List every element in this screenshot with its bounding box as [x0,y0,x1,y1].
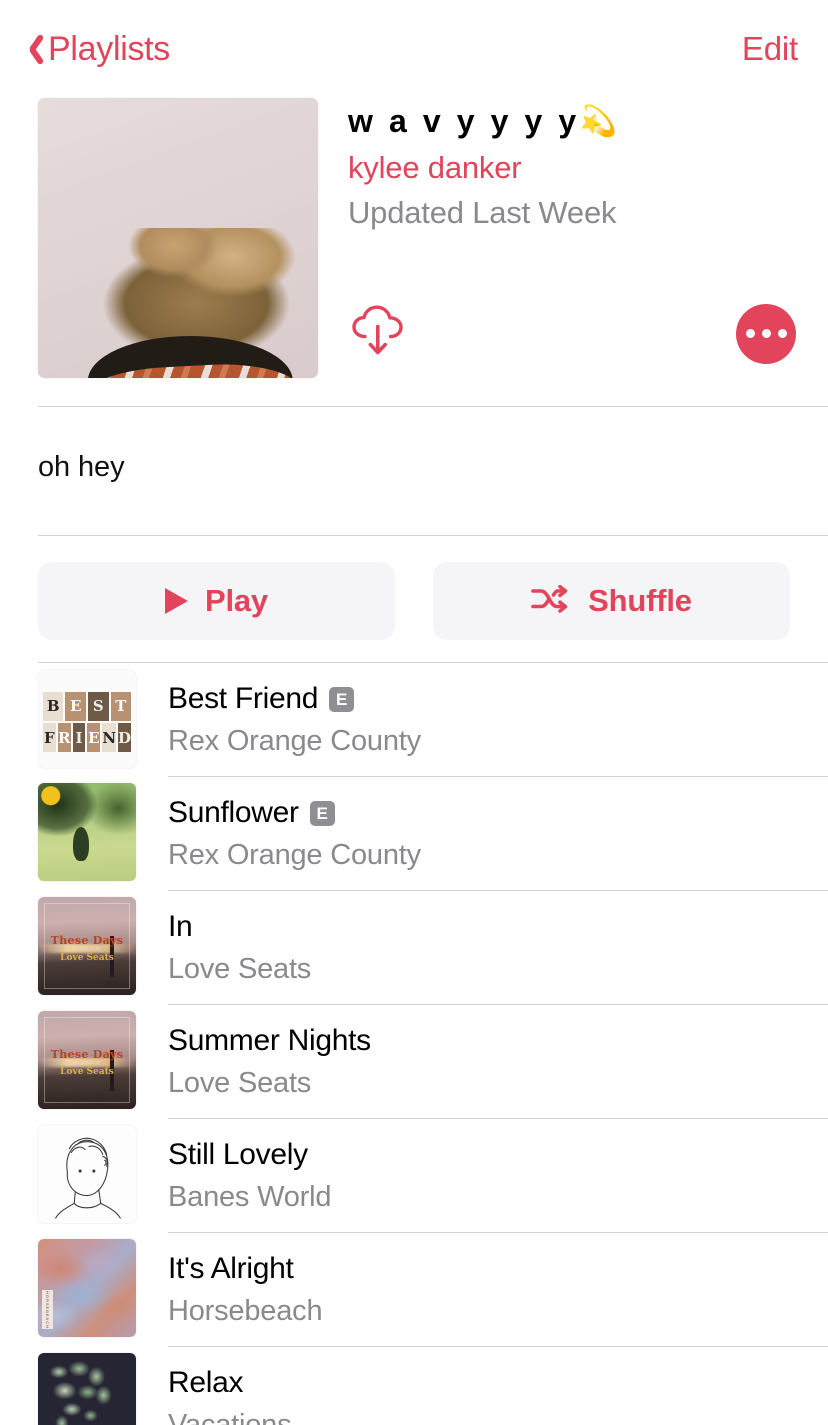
playlist-header: w a v y y y y 💫 kylee danker Updated Las… [0,98,828,378]
track-title-line: In [168,910,828,944]
art-letter: T [110,691,132,721]
dot [745,329,755,338]
track-row[interactable]: Sunflower E Rex Orange County [0,776,828,890]
shuffle-button[interactable]: Shuffle [433,562,790,640]
art-text-row: BEST [42,691,132,721]
track-title-line: Sunflower E [168,796,828,830]
header-action-row [348,302,798,378]
track-title-line: It's Alright [168,1252,828,1286]
navigation-bar: Playlists Edit [0,0,828,98]
track-row[interactable]: These Days an album by Love Seats In Love Se… [0,890,828,1004]
shuffle-icon [531,584,571,618]
art-letter: B [42,691,64,721]
track-info: Best Friend E Rex Orange County [168,663,828,776]
dot [761,329,771,338]
art-text-row: FRIEND [42,722,132,753]
back-button-label: Playlists [48,29,170,68]
art-letter: F [42,722,56,753]
playlist-title: w a v y y y y 💫 [348,102,798,141]
artwork-these-days: These Days an album by Love Seats [38,897,136,995]
play-triangle-icon [165,588,188,614]
track-list: B E S T F R I E N D Best Friend E Rex Orange County S… [0,663,828,1425]
track-title: In [168,910,193,943]
chevron-left-icon [22,32,42,66]
playlist-cover-artwork[interactable] [38,98,318,378]
playlist-meta: w a v y y y y 💫 kylee danker Updated Las… [348,98,798,378]
artwork-best-friend: BESTFRIEND [38,670,136,768]
playlist-updated-status: Updated Last Week [348,195,617,231]
art-letter: R [57,722,71,753]
track-artist: Love Seats [168,1067,312,1099]
track-title: Best Friend [168,682,319,715]
art-line-portrait [55,1137,121,1219]
track-row[interactable]: VACATIONSVIBES Relax Vacations [0,1346,828,1425]
playlist-title-text: w a v y y y y [348,103,580,139]
track-title-line: Still Lovely [168,1138,828,1172]
art-letter: D [118,722,132,753]
artwork-these-days: These Days an album by Love Seats [38,1011,136,1109]
track-artist: Banes World [168,1181,332,1213]
track-artist: Vacations [168,1409,292,1425]
art-album-sub: an album by [73,946,101,952]
playlist-description: oh hey [38,451,125,483]
shuffle-button-label: Shuffle [588,583,692,618]
track-artist: Rex Orange County [168,839,421,871]
track-artist: Rex Orange County [168,725,421,757]
art-album-sub: an album by [73,1060,101,1066]
artwork-relax: VACATIONSVIBES [38,1353,136,1425]
art-letter: E [65,691,86,721]
track-info: In Love Seats [168,890,828,1004]
art-letter: E [87,722,101,753]
cloud-download-icon[interactable] [348,302,408,365]
artwork-its-alright: HORSEBEACH [38,1239,136,1337]
track-title: Still Lovely [168,1138,308,1171]
playlist-author[interactable]: kylee danker [348,150,798,186]
track-title: Sunflower [168,796,299,829]
track-row[interactable]: Still Lovely Banes World [0,1118,828,1232]
playback-controls: Play Shuffle [0,536,828,662]
track-title-line: Relax [168,1366,828,1400]
track-title-line: Summer Nights [168,1024,828,1058]
dot [777,329,787,338]
artwork-sunflower [38,783,136,881]
track-info: Summer Nights Love Seats [168,1004,828,1118]
edit-button[interactable]: Edit [742,30,798,68]
track-info: Still Lovely Banes World [168,1118,828,1232]
explicit-badge: E [309,800,335,826]
dizzy-star-emoji-icon: 💫 [579,104,618,138]
more-options-icon[interactable] [736,303,796,364]
art-foliage [45,1360,119,1425]
play-button[interactable]: Play [38,562,395,640]
track-row[interactable]: HORSEBEACH It's Alright Horsebeach [0,1232,828,1346]
art-letter: I [72,722,86,753]
track-artist: Love Seats [168,953,312,985]
art-album-artist: Love Seats [60,952,114,963]
track-title: Summer Nights [168,1024,371,1057]
artwork-still-lovely [38,1125,136,1223]
track-info: Relax Vacations [168,1346,828,1425]
back-button[interactable]: Playlists [22,30,170,69]
play-button-label: Play [205,583,268,618]
track-artist: Horsebeach [168,1295,323,1327]
art-letter: N [102,722,117,753]
explicit-badge: E [329,686,355,712]
track-row[interactable]: These Days an album by Love Seats Summer Ni… [0,1004,828,1118]
track-title: It's Alright [168,1252,294,1285]
art-letter: S [87,691,109,721]
playlist-screen: Playlists Edit w a v y y y y 💫 kylee dan… [0,0,828,1425]
track-title-line: Best Friend E [168,682,828,716]
track-info: Sunflower E Rex Orange County [168,776,828,890]
art-album-artist: Love Seats [60,1066,114,1077]
art-strip-text: HORSEBEACH [45,1290,50,1329]
track-info: It's Alright Horsebeach [168,1232,828,1346]
track-title: Relax [168,1366,244,1399]
track-row[interactable]: B E S T F R I E N D Best Friend E Rex Orange County [0,663,828,776]
art-side-strip: HORSEBEACH [42,1289,53,1330]
